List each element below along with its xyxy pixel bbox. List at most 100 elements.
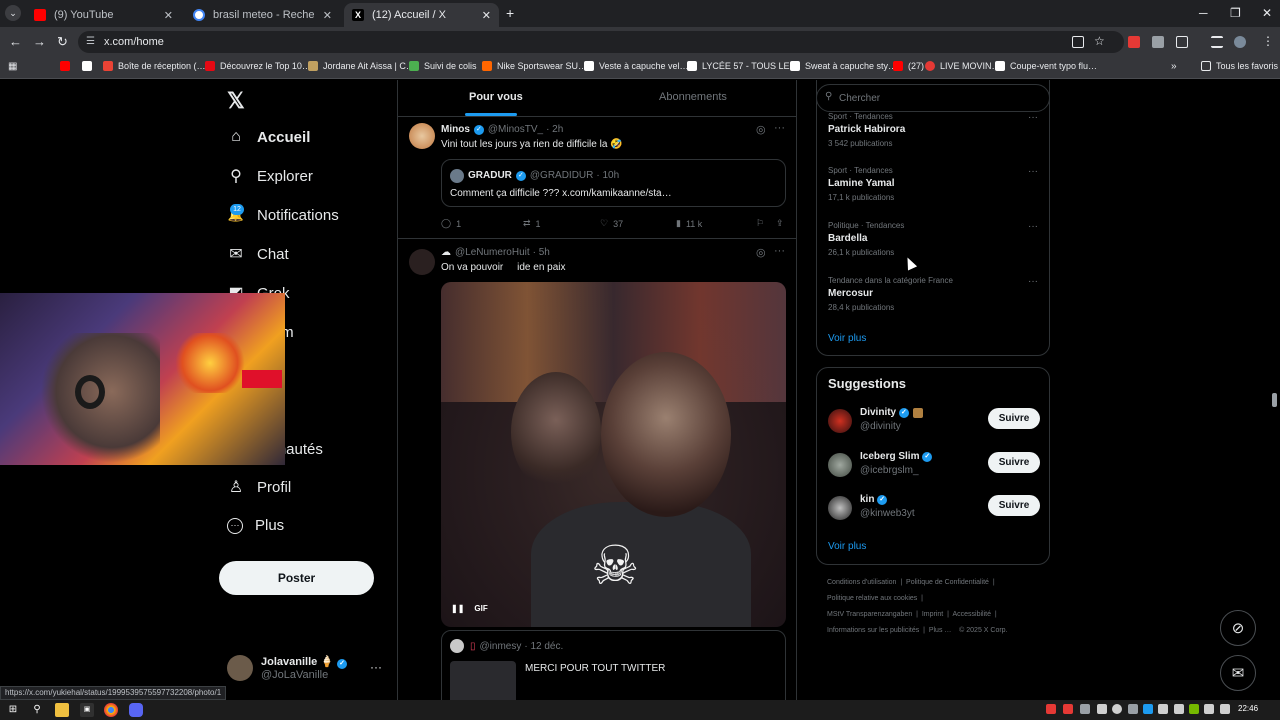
trend-item[interactable]: Politique · Tendances Bardella 26,1 k pu… — [828, 221, 1038, 257]
microphone-icon[interactable] — [1046, 704, 1056, 714]
suggestion-item[interactable]: Iceberg Slim ✓ @icebrgslm_ Suivre — [828, 449, 1040, 481]
tab-list-icon[interactable]: ⌄ — [5, 5, 21, 21]
media-control-icon[interactable] — [1211, 36, 1223, 48]
bookmark-item[interactable]: Veste à capuche vel… — [584, 61, 689, 71]
nav-item-profile[interactable]: ♙ Profil — [227, 478, 291, 497]
share-button[interactable]: ⇪ — [776, 218, 784, 229]
new-tab-button[interactable]: + — [506, 5, 514, 21]
close-icon[interactable]: ✕ — [164, 9, 173, 22]
grok-icon[interactable]: ◎ — [756, 123, 766, 136]
scrollbar-thumb[interactable] — [1272, 393, 1277, 407]
nav-item-more[interactable]: ⋯ Plus — [227, 517, 284, 534]
browser-menu-icon[interactable]: ⋮ — [1262, 34, 1274, 48]
quoted-post[interactable]: ▯ @inmesy · 12 déc. MERCI POUR TOUT TWIT… — [441, 630, 786, 700]
chrome-icon[interactable] — [104, 703, 118, 717]
bookmark-item[interactable]: LYCÉE 57 - TOUS LE… — [687, 61, 799, 71]
footer-link[interactable]: Conditions d'utilisation — [827, 579, 896, 586]
apps-grid-icon[interactable]: ▦ — [8, 61, 17, 72]
footer-link[interactable]: MStV Transparenzangaben — [827, 611, 912, 618]
footer-link[interactable]: Imprint — [922, 611, 943, 618]
follow-button[interactable]: Suivre — [988, 408, 1040, 429]
account-switcher[interactable]: Jolavanille 🍦 ✓ @JoLaVanille — [227, 655, 351, 681]
reload-icon[interactable]: ↻ — [57, 34, 68, 50]
browser-tab-google[interactable]: brasil meteo - Recherche Google ✕ — [185, 3, 340, 27]
all-bookmarks[interactable]: Tous les favoris — [1201, 61, 1278, 71]
chevron-right-icon[interactable]: » — [1171, 61, 1177, 72]
footer-link[interactable]: Informations sur les publicités — [827, 627, 919, 634]
minimize-icon[interactable]: ─ — [1199, 6, 1208, 20]
nav-item-explore[interactable]: ⚲ Explorer — [227, 167, 313, 186]
star-icon[interactable]: ☆ — [1094, 34, 1105, 48]
install-app-icon[interactable] — [1072, 36, 1084, 48]
author-handle[interactable]: @LeNumeroHuit — [455, 247, 530, 258]
nav-item-chat[interactable]: ✉ Chat — [227, 245, 288, 264]
tab-following[interactable]: Abonnements — [659, 91, 727, 103]
gif-media[interactable]: ☠ ❚❚ GIF — [441, 282, 786, 627]
trend-item[interactable]: Sport · Tendances Lamine Yamal 17,1 k pu… — [828, 166, 1038, 202]
profile-avatar-icon[interactable] — [1234, 36, 1246, 48]
grok-button[interactable]: ⊘ — [1220, 610, 1256, 646]
follow-button[interactable]: Suivre — [988, 452, 1040, 473]
bookmark-item[interactable]: Jordane Ait Aissa | C… — [308, 61, 415, 71]
terminal-icon[interactable]: ▣ — [80, 703, 94, 717]
footer-link[interactable]: Accessibilité — [952, 611, 991, 618]
more-icon[interactable]: ··· — [1028, 276, 1038, 287]
tray-app-icon[interactable] — [1097, 704, 1107, 714]
bookmark-item[interactable] — [60, 61, 75, 71]
tray-app-icon[interactable] — [1174, 704, 1184, 714]
bookmark-item[interactable] — [82, 61, 97, 71]
more-icon[interactable]: ··· — [774, 122, 785, 134]
reply-button[interactable]: ◯ 1 — [441, 218, 523, 229]
bookmark-item[interactable]: Coupe-vent typo flu… — [995, 61, 1097, 71]
suggestions-see-more-link[interactable]: Voir plus — [828, 541, 866, 552]
browser-tab-x[interactable]: X (12) Accueil / X ✕ — [344, 3, 499, 27]
bookmark-button[interactable]: ⚐ — [756, 218, 776, 229]
bookmark-item[interactable]: Suivi de colis — [409, 61, 477, 71]
tray-app-icon[interactable] — [1158, 704, 1168, 714]
close-icon[interactable]: ✕ — [323, 9, 332, 22]
views-button[interactable]: ▮ 11 k — [676, 218, 756, 229]
extension-icon[interactable] — [1152, 36, 1164, 48]
network-icon[interactable] — [1204, 704, 1214, 714]
windows-start-icon[interactable]: ⊞ — [6, 703, 20, 717]
file-explorer-icon[interactable] — [55, 703, 69, 717]
tray-app-icon[interactable] — [1080, 704, 1090, 714]
more-icon[interactable]: ··· — [1028, 112, 1038, 123]
close-window-icon[interactable]: ✕ — [1262, 6, 1272, 20]
restore-icon[interactable]: ❐ — [1230, 6, 1241, 20]
tab-for-you[interactable]: Pour vous — [469, 91, 523, 103]
bluetooth-icon[interactable] — [1143, 704, 1153, 714]
trend-item[interactable]: Tendance dans la catégorie France Mercos… — [828, 276, 1038, 312]
more-icon[interactable]: ··· — [370, 660, 382, 674]
bookmark-item[interactable]: Sweat à capuche sty… — [790, 61, 897, 71]
back-icon[interactable]: ← — [9, 34, 22, 49]
forward-icon[interactable]: → — [33, 34, 46, 49]
bookmark-item[interactable]: Boîte de réception (… — [103, 61, 206, 71]
taskbar-clock[interactable]: 22:46 — [1238, 704, 1258, 713]
trends-see-more-link[interactable]: Voir plus — [828, 333, 866, 344]
nvidia-icon[interactable] — [1189, 704, 1199, 714]
footer-link[interactable]: Politique de Confidentialité — [906, 579, 989, 586]
more-icon[interactable]: ··· — [1028, 221, 1038, 232]
extension-icon[interactable] — [1128, 36, 1140, 48]
quoted-post[interactable]: GRADUR ✓ @GRADIDUR · 10h Comment ça diff… — [441, 159, 786, 207]
bookmark-item[interactable]: LIVE MOVIN… — [925, 61, 1001, 71]
site-info-icon[interactable]: ☰ — [86, 36, 95, 47]
trend-item[interactable]: Sport · Tendances Patrick Habirora 3 542… — [828, 112, 1038, 148]
discord-icon[interactable] — [129, 703, 143, 717]
tray-app-icon[interactable] — [1063, 704, 1073, 714]
repost-button[interactable]: ⇄ 1 — [523, 218, 600, 229]
search-icon[interactable]: ⚲ — [30, 703, 44, 717]
like-button[interactable]: ♡ 37 — [600, 218, 676, 229]
pause-icon[interactable]: ❚❚ — [451, 604, 464, 613]
bookmark-item[interactable]: Nike Sportswear SU… — [482, 61, 587, 71]
suggestion-item[interactable]: kin ✓ @kinweb3yt Suivre — [828, 492, 1040, 524]
bookmark-item[interactable]: Découvrez le Top 10… — [205, 61, 311, 71]
footer-link[interactable]: Politique relative aux cookies — [827, 595, 917, 602]
footer-link[interactable]: Plus … — [929, 627, 952, 634]
suggestion-item[interactable]: Divinity ✓ @divinity Suivre — [828, 405, 1040, 437]
messages-button[interactable]: ✉ — [1220, 655, 1256, 691]
grok-icon[interactable]: ◎ — [756, 246, 766, 259]
nav-item-home[interactable]: ⌂ Accueil — [227, 128, 310, 146]
extensions-puzzle-icon[interactable] — [1176, 36, 1188, 48]
